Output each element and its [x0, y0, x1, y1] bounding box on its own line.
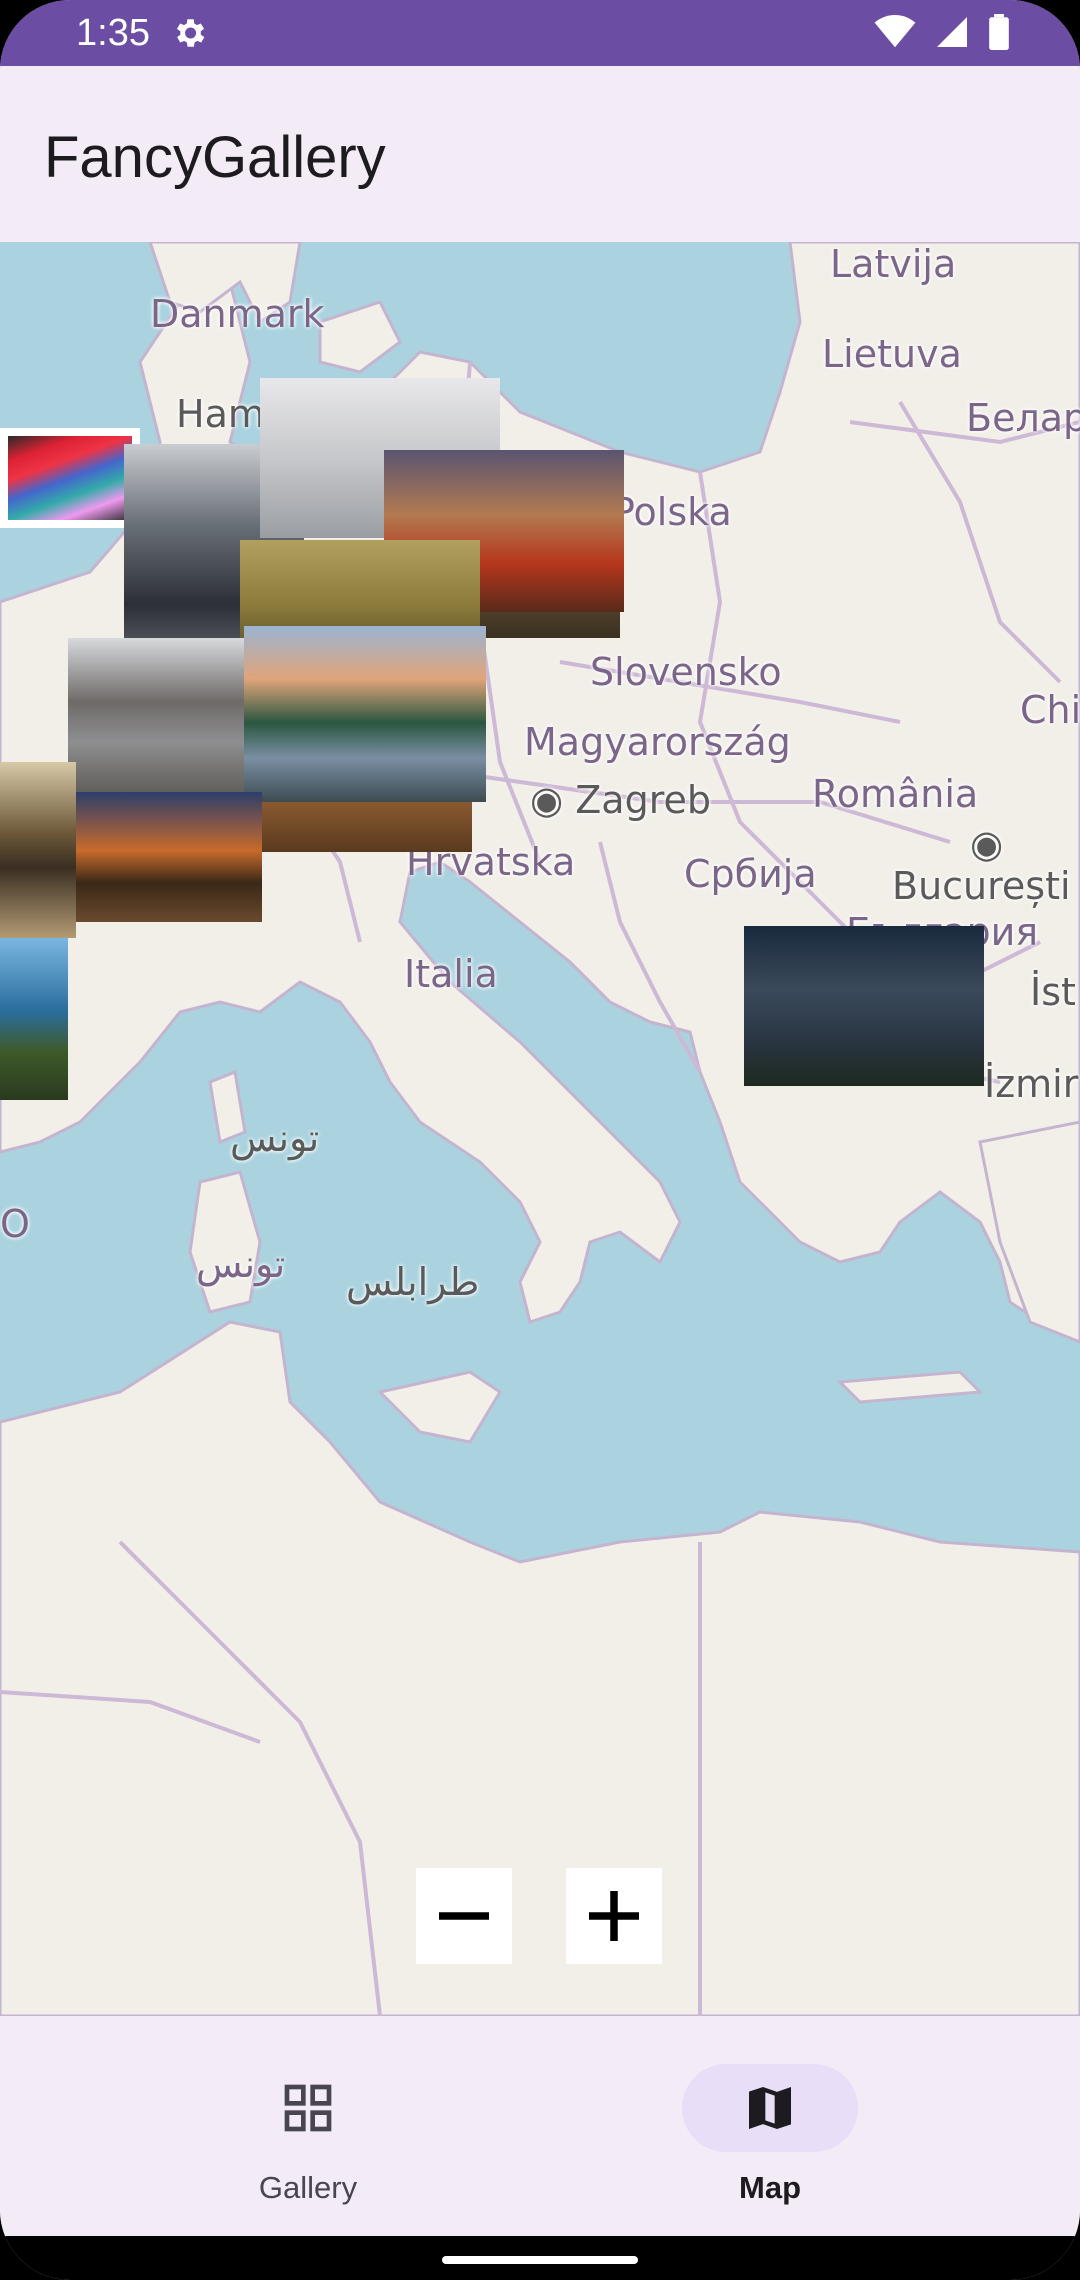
plus-icon — [589, 1891, 639, 1941]
label-romania: România — [812, 772, 979, 816]
app-bar: FancyGallery — [0, 66, 1080, 242]
wifi-icon — [874, 15, 916, 48]
label-zagreb-text: Zagreb — [575, 778, 711, 822]
label-bucuresti-dot: ◉ — [970, 822, 1004, 866]
abstract-colors-image — [8, 436, 132, 520]
sunset-tree-photo[interactable] — [76, 792, 262, 922]
map-view[interactable]: Danmark Latvija Lietuva Hamburg Белар de… — [0, 242, 1080, 2016]
label-left-edge: O — [0, 1202, 30, 1246]
nav-item-gallery[interactable]: Gallery — [188, 2046, 428, 2206]
label-izmir: İzmir — [984, 1062, 1079, 1106]
glacier-photo[interactable] — [68, 638, 248, 798]
label-tunisia: تونس — [196, 1242, 286, 1286]
bottom-navigation: Gallery Map — [0, 2016, 1080, 2236]
label-italia: Italia — [404, 952, 498, 996]
map-icon — [749, 2087, 791, 2129]
coast-photo[interactable] — [0, 938, 68, 1100]
zoom-in-button[interactable] — [566, 1868, 662, 1964]
label-latvija: Latvija — [830, 242, 957, 286]
label-magyarorszag: Magyarország — [524, 720, 791, 764]
nav-label-gallery: Gallery — [258, 2170, 358, 2205]
abstract-colors-photo[interactable] — [0, 428, 140, 528]
label-slovensko: Slovensko — [590, 650, 782, 694]
milky-way-photo[interactable] — [744, 926, 984, 1086]
nav-label-map: Map — [739, 2170, 801, 2205]
status-time: 1:35 — [76, 12, 150, 54]
label-belarus: Белар — [966, 396, 1080, 440]
label-chi: Chi — [1020, 688, 1080, 732]
app-title: FancyGallery — [44, 125, 386, 190]
label-danmark: Danmark — [150, 292, 325, 336]
nav-item-map[interactable]: Map — [650, 2046, 890, 2206]
grid-icon — [284, 2084, 332, 2132]
label-istanbul: İst — [1030, 970, 1076, 1014]
label-zagreb: ◉ Zagreb — [530, 778, 711, 822]
battery-icon — [989, 14, 1009, 50]
label-lietuva: Lietuva — [822, 332, 962, 376]
signal-icon — [937, 17, 967, 47]
reflected-trees-photo[interactable] — [0, 762, 76, 938]
screen: 1:35 FancyGallery Danmark Latvija Lietuv… — [0, 0, 1080, 2280]
home-handle[interactable] — [442, 2256, 638, 2264]
label-tripoli: طرابلس — [346, 1260, 480, 1304]
minus-icon — [439, 1912, 489, 1920]
label-polska: Polska — [612, 490, 732, 534]
label-bucuresti: București — [892, 864, 1071, 908]
mountain-lake-photo[interactable] — [244, 626, 486, 802]
label-tunis-city: تونس — [230, 1116, 320, 1160]
status-bar: 1:35 — [0, 0, 1080, 66]
zoom-out-button[interactable] — [416, 1868, 512, 1964]
label-srbija: Србија — [684, 852, 817, 896]
gear-icon — [176, 19, 205, 47]
autumn-field-photo[interactable] — [232, 802, 472, 852]
